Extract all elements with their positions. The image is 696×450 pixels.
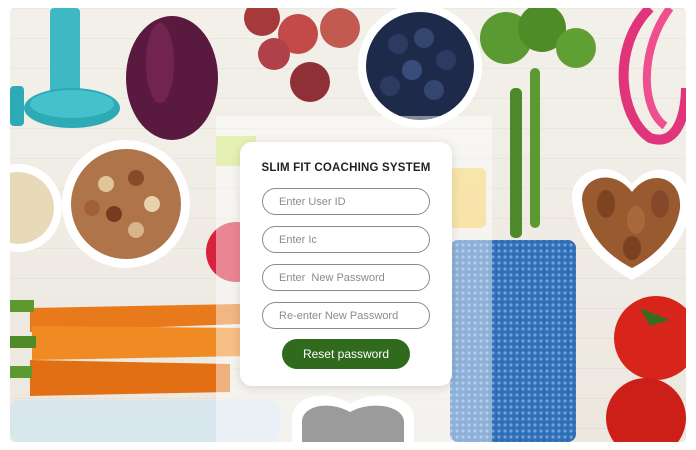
grapes-icon [244,8,360,102]
oats-bowl-icon [10,164,62,252]
blueberry-bowl-icon [358,8,482,128]
page-title: SLIM FIT COACHING SYSTEM [261,162,431,174]
jump-rope-icon [618,8,686,145]
new-password-field[interactable] [262,264,430,291]
reset-password-card: SLIM FIT COACHING SYSTEM Reset password [240,142,452,386]
almond-bowl-icon [572,169,686,280]
dumbbell-icon [10,8,120,128]
eggplant-icon [126,16,218,140]
tomatoes-icon [606,296,686,442]
carrots-icon [10,300,246,396]
reenter-password-field[interactable] [262,302,430,329]
beans-bowl-icon [62,140,190,268]
user-id-field[interactable] [262,188,430,215]
reset-password-button[interactable]: Reset password [282,339,410,369]
ic-field[interactable] [262,226,430,253]
